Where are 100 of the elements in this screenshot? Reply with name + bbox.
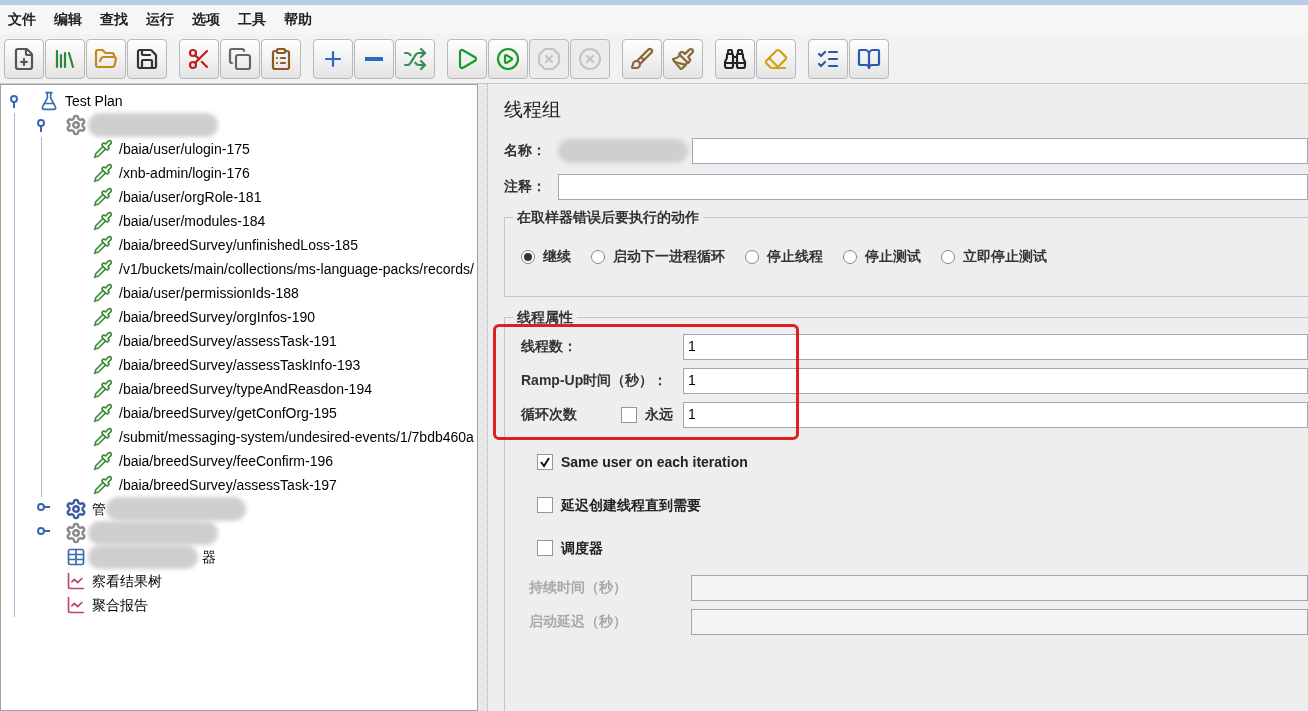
- field-label: 线程数：: [521, 337, 578, 356]
- menu-item[interactable]: 查找: [100, 9, 128, 30]
- tree-item[interactable]: /baia/user/orgRole-181: [119, 186, 262, 208]
- chart-icon: [66, 595, 86, 615]
- tree-item[interactable]: /baia/breedSurvey/assessTask-191: [119, 330, 337, 352]
- checkbox[interactable]: [537, 454, 553, 470]
- field-label: 启动延迟（秒）: [529, 612, 628, 631]
- radio-button[interactable]: [745, 249, 759, 264]
- tree-item[interactable]: /v1/buckets/main/collections/ms-language-packs/records/: [119, 258, 474, 280]
- tree-item[interactable]: /baia/user/modules-184: [119, 210, 266, 232]
- text-field[interactable]: 1: [683, 367, 1308, 394]
- field-label: 循环次数: [521, 405, 578, 424]
- tree-item[interactable]: 管: [92, 498, 106, 520]
- gear-icon: [65, 522, 87, 544]
- toolbar-button[interactable]: [179, 38, 219, 79]
- stop-icon: [537, 46, 561, 71]
- field-label: 持续时间（秒）: [529, 578, 628, 597]
- clipboard-icon: [269, 46, 293, 71]
- menu-item[interactable]: 选项: [192, 9, 220, 30]
- tree-item[interactable]: /baia/breedSurvey/unfinishedLoss-185: [119, 234, 358, 256]
- field-label: 名称：: [504, 141, 547, 160]
- menu-item[interactable]: 编辑: [54, 9, 82, 30]
- checkbox[interactable]: [537, 497, 553, 513]
- chart-icon: [66, 571, 86, 591]
- checkbox[interactable]: [621, 406, 637, 423]
- menu-item[interactable]: 工具: [238, 9, 266, 30]
- tree-item[interactable]: /baia/breedSurvey/typeAndReasdon-194: [119, 378, 372, 400]
- radio-label: 停止测试: [865, 247, 921, 266]
- radio-button[interactable]: [843, 249, 857, 264]
- panel-title: 线程组: [504, 98, 562, 122]
- shutdown-icon: [578, 46, 602, 71]
- text-field[interactable]: 1: [683, 333, 1308, 360]
- radio-label: 立即停止测试: [963, 247, 1047, 266]
- tree-item[interactable]: /submit/messaging-system/undesired-events/1/7bdb460a: [119, 426, 474, 448]
- radio-button[interactable]: [941, 249, 955, 264]
- checkbox-label: 延迟创建线程直到需要: [561, 495, 701, 515]
- tree-item[interactable]: /baia/breedSurvey/assessTaskInfo-193: [119, 354, 361, 376]
- help-icon: [857, 46, 881, 71]
- pipette-icon: [93, 355, 113, 375]
- pipette-icon: [93, 307, 113, 327]
- pipette-icon: [93, 139, 113, 159]
- pipette-icon: [93, 427, 113, 447]
- toolbar-button[interactable]: [808, 38, 848, 79]
- checkbox-label: 永远: [645, 405, 673, 424]
- tree-item[interactable]: /baia/user/permissionIds-188: [119, 282, 299, 304]
- text-field[interactable]: [691, 574, 1308, 601]
- tree-item[interactable]: 器: [202, 546, 216, 568]
- pipette-icon: [93, 259, 113, 279]
- tree-item[interactable]: 聚合报告: [92, 594, 148, 616]
- tree-item[interactable]: /baia/breedSurvey/feeConfirm-196: [119, 450, 333, 472]
- tree-item[interactable]: /baia/breedSurvey/getConfOrg-195: [119, 402, 337, 424]
- gear-icon: [65, 114, 87, 136]
- text-field[interactable]: [692, 137, 1308, 164]
- toolbar-button[interactable]: [715, 38, 755, 79]
- radio-button[interactable]: [521, 249, 535, 264]
- folder-icon: [94, 46, 118, 71]
- tree-item[interactable]: 察看结果树: [92, 570, 162, 592]
- radio-button[interactable]: [591, 249, 605, 264]
- gear-icon: [65, 498, 87, 520]
- text-field[interactable]: [691, 608, 1308, 635]
- tree-item[interactable]: Test Plan: [65, 90, 123, 112]
- tree-item[interactable]: /baia/user/ulogin-175: [119, 138, 250, 160]
- toggle-icon: [403, 46, 427, 71]
- checkbox[interactable]: [537, 540, 553, 556]
- play-icon: [496, 46, 520, 71]
- tree-item[interactable]: /xnb-admin/login-176: [119, 162, 250, 184]
- toolbar-button[interactable]: [4, 38, 44, 79]
- field-label: Ramp-Up时间（秒）：: [521, 371, 669, 390]
- field-label: 注释：: [504, 177, 547, 196]
- menu-item[interactable]: 文件: [8, 9, 36, 30]
- tree-item[interactable]: /baia/breedSurvey/orgInfos-190: [119, 306, 316, 328]
- checkbox-label: Same user on each iteration: [561, 452, 748, 472]
- radio-label: 继续: [543, 247, 571, 266]
- text-field[interactable]: [558, 173, 1308, 200]
- tree-item[interactable]: /baia/breedSurvey/assessTask-197: [119, 474, 337, 496]
- pipette-icon: [93, 451, 113, 471]
- minus-icon: [365, 56, 383, 61]
- pipette-icon: [93, 403, 113, 423]
- pipette-icon: [93, 163, 113, 183]
- pipette-icon: [93, 187, 113, 207]
- pipette-icon: [93, 331, 113, 351]
- toolbar-button[interactable]: [849, 38, 889, 79]
- radio-label: 启动下一进程循环: [613, 247, 725, 266]
- pipette-icon: [93, 211, 113, 231]
- new-file-icon: [12, 46, 36, 71]
- copy-icon: [228, 46, 252, 71]
- menu-item[interactable]: 帮助: [284, 9, 312, 30]
- pipette-icon: [93, 235, 113, 255]
- flask-icon: [39, 91, 59, 111]
- scissors-icon: [187, 46, 211, 71]
- binoculars-icon: [723, 46, 747, 71]
- checkbox-label: 调度器: [561, 538, 603, 558]
- pipette-icon: [93, 379, 113, 399]
- toolbar-button[interactable]: [127, 38, 167, 79]
- save-icon: [135, 46, 159, 71]
- radio-label: 停止线程: [767, 247, 823, 266]
- pipette-icon: [93, 283, 113, 303]
- text-field[interactable]: 1: [683, 401, 1308, 428]
- menu-item[interactable]: 运行: [146, 9, 174, 30]
- table-icon: [66, 547, 86, 567]
